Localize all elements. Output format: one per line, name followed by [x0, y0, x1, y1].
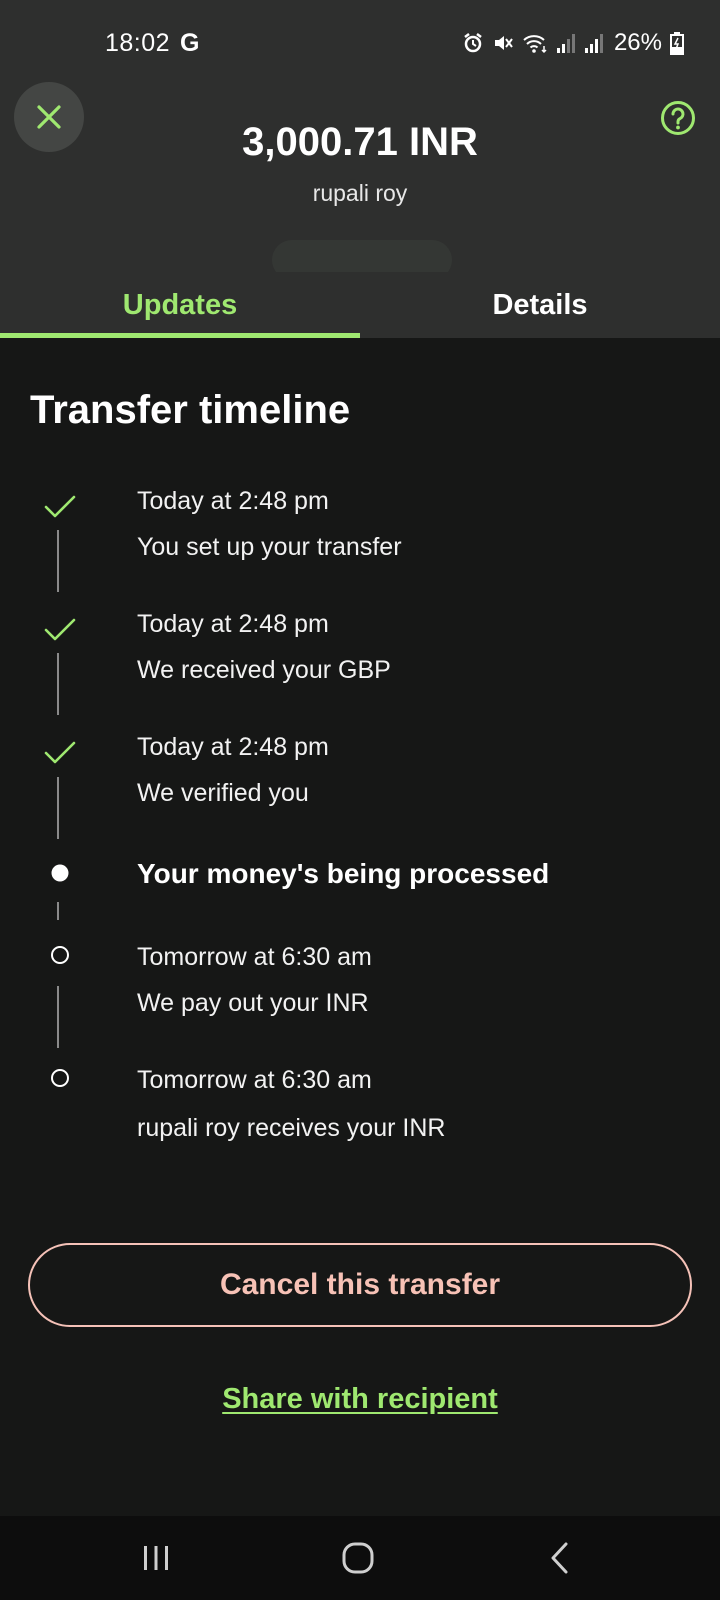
timeline-item-6-description: rupali roy receives your INR	[137, 1114, 446, 1142]
system-nav-bar	[0, 1516, 720, 1600]
home-button[interactable]	[328, 1534, 388, 1582]
pending-step-circle-icon	[42, 937, 78, 973]
timeline-connector	[57, 986, 59, 1048]
recipient-name: rupali roy	[312, 180, 408, 206]
signal-icon-1	[556, 34, 575, 53]
status-bar: 18:02 G 26%	[0, 0, 720, 88]
timeline-item-3-description: We verified you	[137, 779, 309, 807]
timeline-connector	[57, 902, 59, 920]
timeline-connector	[57, 653, 59, 715]
home-icon	[342, 1542, 374, 1574]
check-icon	[42, 489, 78, 525]
timeline-item-2-description: We received your GBP	[137, 656, 391, 684]
timeline-item-5-description: We pay out your INR	[137, 989, 369, 1017]
battery-icon	[670, 32, 684, 55]
status-time: 18:02	[105, 29, 171, 57]
timeline-item-3-time: Today at 2:48 pm	[137, 733, 329, 761]
check-icon	[42, 735, 78, 771]
timeline-item-1-description: You set up your transfer	[137, 533, 402, 561]
transfer-amount: 3,000.71 INR	[242, 120, 478, 164]
recents-icon	[144, 1546, 168, 1570]
timeline-connector	[57, 530, 59, 592]
wifi-icon	[523, 35, 547, 54]
signal-icon-2	[584, 34, 603, 53]
timeline-item-1-time: Today at 2:48 pm	[137, 487, 329, 515]
cancel-transfer-button[interactable]: Cancel this transfer	[28, 1243, 692, 1327]
google-icon: G	[180, 29, 200, 57]
timeline-item-6-time: Tomorrow at 6:30 am	[137, 1066, 372, 1094]
active-tab-indicator	[0, 333, 360, 338]
check-icon	[42, 612, 78, 648]
current-step-dot-icon	[42, 855, 78, 891]
share-with-recipient-link[interactable]: Share with recipient	[0, 1383, 720, 1416]
timeline-item-2-time: Today at 2:48 pm	[137, 610, 329, 638]
status-icons: 26%	[462, 28, 684, 58]
share-link-label: Share with recipient	[222, 1383, 498, 1415]
tab-updates[interactable]: Updates	[0, 272, 360, 338]
tab-bar: Updates Details	[0, 272, 720, 338]
back-button[interactable]	[530, 1534, 590, 1582]
pending-step-circle-icon	[42, 1060, 78, 1096]
recents-button[interactable]	[126, 1534, 186, 1582]
battery-percent: 26%	[613, 29, 662, 56]
timeline-item-5-time: Tomorrow at 6:30 am	[137, 943, 372, 971]
mute-icon	[494, 36, 513, 50]
alarm-icon	[464, 33, 482, 53]
timeline-connector	[57, 777, 59, 839]
timeline-item-4-label: Your money's being processed	[137, 858, 550, 889]
back-icon	[551, 1542, 568, 1574]
timeline-title: Transfer timeline	[30, 388, 351, 432]
tab-details[interactable]: Details	[360, 272, 720, 338]
